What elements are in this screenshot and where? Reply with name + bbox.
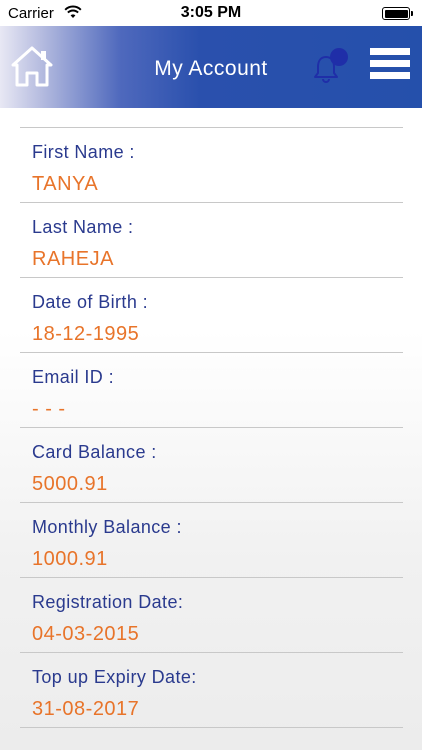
- field-value: 04-03-2015: [32, 623, 140, 645]
- field-label: Card Balance :: [32, 442, 157, 462]
- field-label: Top up Expiry Date:: [32, 667, 197, 687]
- field-label: First Name :: [32, 142, 135, 162]
- field-registration-date: Registration Date: 04-03-2015: [20, 578, 403, 653]
- field-label: Registration Date:: [32, 592, 184, 612]
- field-value: - - -: [32, 398, 66, 420]
- header-bar: My Account: [0, 26, 422, 108]
- field-first-name: First Name : TANYA: [20, 128, 403, 203]
- field-monthly-balance: Monthly Balance : 1000.91: [20, 503, 403, 578]
- clock: 3:05 PM: [180, 4, 242, 21]
- field-value: 5000.91: [32, 473, 108, 495]
- page-title: My Account: [154, 57, 268, 80]
- hamburger-menu-icon[interactable]: [370, 48, 410, 82]
- field-email-id: Email ID : - - -: [20, 353, 403, 428]
- field-card-balance: Card Balance : 5000.91: [20, 428, 403, 503]
- field-label: Date of Birth :: [32, 292, 149, 312]
- field-value: TANYA: [32, 173, 99, 195]
- notification-badge: [330, 48, 348, 66]
- battery-full-icon: [382, 7, 413, 20]
- field-top-up-expiry-date: Top up Expiry Date: 31-08-2017: [20, 653, 403, 728]
- status-bar: Carrier 3:05 PM: [0, 0, 422, 26]
- field-value: 31-08-2017: [32, 698, 140, 720]
- account-details-list: First Name : TANYA Last Name : RAHEJA Da…: [20, 127, 403, 728]
- field-value: RAHEJA: [32, 248, 114, 270]
- my-account-screen: Carrier 3:05 PM My Account First Name: …: [0, 0, 422, 750]
- field-date-of-birth: Date of Birth : 18-12-1995: [20, 278, 403, 353]
- field-last-name: Last Name : RAHEJA: [20, 203, 403, 278]
- field-value: 1000.91: [32, 548, 108, 570]
- field-label: Last Name :: [32, 217, 134, 237]
- field-value: 18-12-1995: [32, 323, 140, 345]
- notifications-button[interactable]: [312, 48, 352, 88]
- field-label: Monthly Balance :: [32, 517, 182, 537]
- field-label: Email ID :: [32, 367, 115, 387]
